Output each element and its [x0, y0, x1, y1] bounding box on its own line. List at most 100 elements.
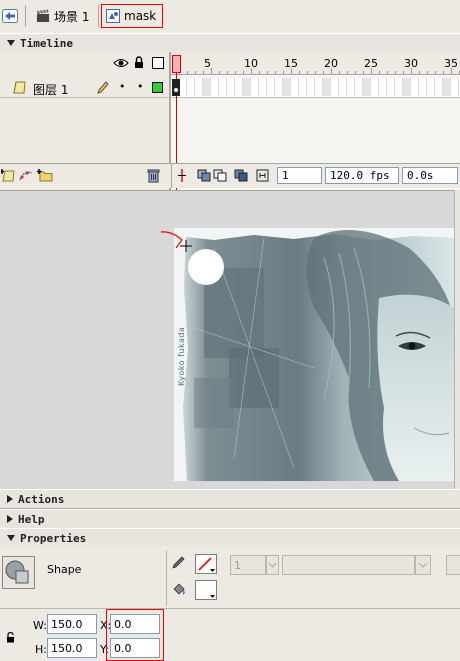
ruler-tick — [379, 71, 380, 74]
frame-cell[interactable] — [427, 78, 435, 96]
ruler-tick — [363, 71, 364, 74]
layer-name[interactable]: 图层 1 — [33, 81, 68, 98]
frame-cell[interactable] — [323, 78, 331, 96]
edit-multiple-frames-icon[interactable] — [234, 169, 248, 182]
timeline-panel-header[interactable]: Timeline — [0, 33, 460, 53]
properties-panel-header[interactable]: Properties — [0, 528, 460, 548]
elapsed-time-field[interactable]: 0.0s — [402, 167, 458, 184]
frame-cell[interactable] — [331, 78, 339, 96]
frame-cell[interactable] — [259, 78, 267, 96]
keyframe-dot — [174, 88, 178, 92]
help-panel-header[interactable]: Help — [0, 509, 460, 529]
ruler-tick — [403, 71, 404, 74]
frame-cell[interactable] — [435, 78, 443, 96]
modify-onion-markers-icon[interactable] — [256, 169, 269, 182]
frame-cell[interactable] — [235, 78, 243, 96]
frame-cell[interactable] — [267, 78, 275, 96]
frame-cell[interactable] — [419, 78, 427, 96]
image-caption: Kyoko fukada — [177, 326, 186, 386]
frame-cell[interactable] — [443, 78, 451, 96]
shape-icon — [2, 556, 35, 589]
ruler-tick — [315, 71, 316, 74]
properties-title: Properties — [20, 531, 87, 545]
stroke-style-dropdown[interactable] — [415, 555, 431, 575]
ruler-tick — [251, 68, 252, 74]
actions-title: Actions — [18, 492, 65, 506]
frame-cell[interactable] — [195, 78, 203, 96]
frame-cell[interactable] — [283, 78, 291, 96]
frame-cell[interactable] — [179, 78, 187, 96]
onion-skin-icon[interactable] — [197, 169, 211, 182]
trash-icon[interactable] — [147, 168, 160, 183]
add-motion-guide-icon[interactable] — [18, 168, 34, 182]
onion-skin-outlines-icon[interactable] — [213, 169, 227, 182]
back-arrow-icon[interactable] — [2, 8, 18, 24]
ruler-tick — [339, 71, 340, 74]
stroke-pencil-icon — [172, 556, 185, 569]
shape-type-label: Shape — [47, 563, 82, 576]
frame-cell[interactable] — [451, 78, 459, 96]
frame-cell[interactable] — [363, 78, 371, 96]
ruler-number: 5 — [204, 57, 211, 70]
frame-cell[interactable] — [387, 78, 395, 96]
frame-cell[interactable] — [315, 78, 323, 96]
frame-cell[interactable] — [299, 78, 307, 96]
eye-icon[interactable] — [113, 57, 129, 69]
lock-icon[interactable] — [134, 56, 144, 69]
ruler-tick — [419, 71, 420, 74]
height-field[interactable]: 150.0 — [47, 638, 97, 658]
playhead[interactable] — [172, 55, 181, 73]
breadcrumb-symbol-mask[interactable]: mask — [101, 4, 164, 28]
insert-layer-icon[interactable] — [1, 168, 15, 182]
frame-cell[interactable] — [211, 78, 219, 96]
frame-rate-field[interactable]: 120.0 fps — [325, 167, 399, 184]
frame-cell[interactable] — [371, 78, 379, 96]
circle-shape[interactable] — [188, 249, 224, 285]
stroke-height-field[interactable]: 1 — [230, 555, 266, 575]
frame-cell[interactable] — [395, 78, 403, 96]
layer-color-swatch[interactable] — [152, 82, 163, 93]
layer-row[interactable]: 图层 1 • • — [0, 78, 169, 98]
frame-cell[interactable] — [355, 78, 363, 96]
frame-cell[interactable] — [339, 78, 347, 96]
breadcrumb-scene[interactable]: 场景 1 — [36, 6, 89, 26]
vertical-scrollbar[interactable] — [454, 190, 460, 490]
red-pointer-annotation — [160, 231, 192, 252]
center-frame-icon[interactable] — [176, 168, 188, 183]
frame-ruler[interactable]: 1 5 10 15 20 25 30 35 — [171, 52, 460, 75]
stroke-color-swatch[interactable] — [195, 554, 217, 574]
layer-frames-row[interactable] — [171, 78, 460, 98]
frame-cell[interactable] — [411, 78, 419, 96]
frame-cell[interactable] — [243, 78, 251, 96]
current-frame-field[interactable]: 1 — [277, 167, 322, 184]
frame-cell[interactable] — [203, 78, 211, 96]
stroke-style-select[interactable] — [282, 555, 415, 575]
frame-cell[interactable] — [227, 78, 235, 96]
frame-cell[interactable] — [219, 78, 227, 96]
width-field[interactable]: 150.0 — [47, 614, 97, 634]
fill-color-swatch[interactable] — [195, 580, 217, 600]
lock-icon[interactable] — [6, 632, 15, 643]
visibility-dot[interactable]: • — [119, 80, 126, 93]
ruler-tick — [395, 71, 396, 74]
ruler-tick — [259, 71, 260, 74]
custom-stroke-button[interactable] — [446, 555, 460, 575]
fill-bucket-icon — [173, 583, 185, 595]
frame-cell[interactable] — [291, 78, 299, 96]
lock-dot[interactable]: • — [137, 80, 144, 93]
insert-layer-folder-icon[interactable] — [37, 168, 53, 182]
frame-cell[interactable] — [403, 78, 411, 96]
outline-toggle-icon[interactable] — [152, 57, 164, 69]
stroke-height-dropdown[interactable] — [266, 555, 279, 575]
frame-cell[interactable] — [307, 78, 315, 96]
frame-cell[interactable] — [187, 78, 195, 96]
frame-cell[interactable] — [251, 78, 259, 96]
frame-cell[interactable] — [347, 78, 355, 96]
ruler-tick — [187, 71, 188, 74]
ruler-tick — [275, 71, 276, 74]
frame-cell[interactable] — [275, 78, 283, 96]
actions-panel-header[interactable]: Actions — [0, 489, 460, 509]
ruler-tick — [307, 71, 308, 74]
mask-label: mask — [124, 9, 157, 23]
frame-cell[interactable] — [379, 78, 387, 96]
